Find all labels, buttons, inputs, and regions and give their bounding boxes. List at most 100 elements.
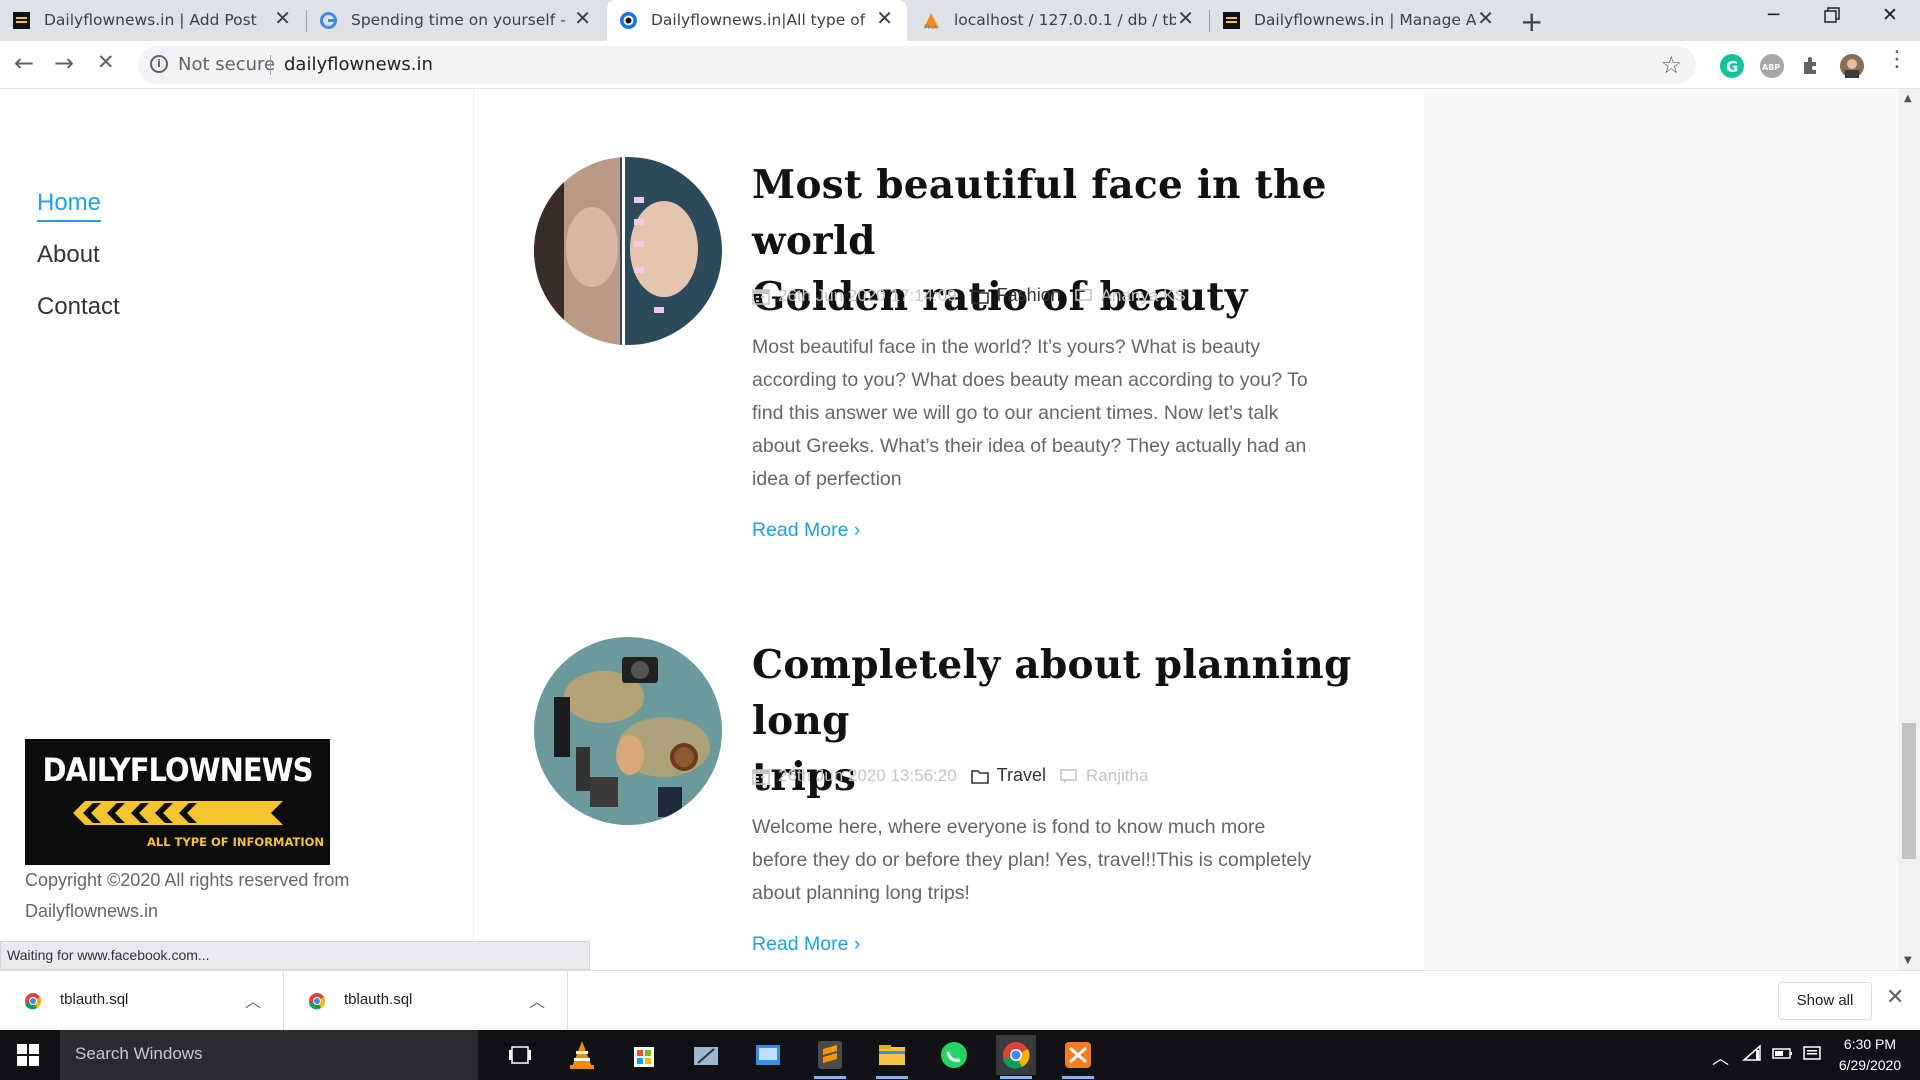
windows-start-icon[interactable] xyxy=(17,1044,39,1066)
page-scrollbar[interactable]: ▲ ▼ xyxy=(1898,89,1920,970)
post-excerpt: Most beautiful face in the world? It’s y… xyxy=(752,331,1372,496)
xampp-icon[interactable] xyxy=(1058,1035,1098,1079)
file-explorer-icon[interactable] xyxy=(872,1035,912,1079)
chrome-file-icon xyxy=(24,992,42,1010)
excerpt-line: Most beautiful face in the world? It’s y… xyxy=(752,336,1260,358)
scroll-up-arrow-icon[interactable]: ▲ xyxy=(1904,93,1912,104)
post-thumbnail-image[interactable] xyxy=(534,157,722,345)
tab-title: Dailyflownews.in | Add Post xyxy=(44,11,257,29)
address-bar[interactable]: i Not secure dailyflownews.in ☆ xyxy=(138,46,1696,84)
post-meta: 26th Jun 2020 13:56:20 Travel Ranjitha xyxy=(752,765,1148,786)
calendar-icon xyxy=(752,288,770,305)
close-downloads-bar-icon[interactable]: ✕ xyxy=(1886,985,1904,1010)
bookmark-star-icon[interactable]: ☆ xyxy=(1660,51,1682,79)
snipping-tool-icon[interactable] xyxy=(686,1035,726,1075)
svg-text:ABP: ABP xyxy=(1762,63,1780,72)
clock-date: 6/29/2020 xyxy=(1838,1057,1902,1073)
clock-time: 6:30 PM xyxy=(1843,1036,1897,1052)
show-all-downloads-button[interactable]: Show all xyxy=(1778,982,1872,1020)
tab-close-icon[interactable]: ✕ xyxy=(574,8,591,28)
window-close-icon[interactable]: ✕ xyxy=(1882,4,1898,26)
download-item[interactable]: tblauth.sql ︿ xyxy=(284,971,568,1031)
tab-title: Dailyflownews.in|All type of infor xyxy=(651,11,867,29)
tab-close-icon[interactable]: ✕ xyxy=(1177,8,1194,28)
task-view-icon[interactable] xyxy=(500,1035,540,1075)
post-date: 26th Jun 2020 13:56:20 xyxy=(778,765,957,785)
nav-contact-link[interactable]: Contact xyxy=(37,293,120,321)
taskbar-clock[interactable]: 6:30 PM 6/29/2020 xyxy=(1820,1034,1920,1076)
read-more-label: Read More xyxy=(752,519,849,541)
google-favicon-icon xyxy=(319,11,338,30)
post-title-line: Most beautiful face in the world xyxy=(752,162,1327,264)
excerpt-line: Welcome here, where everyone is fond to … xyxy=(752,816,1266,838)
forward-arrow-icon[interactable]: → xyxy=(54,51,74,75)
post-category-link[interactable]: Fashion xyxy=(997,285,1061,306)
chrome-icon[interactable] xyxy=(996,1035,1036,1079)
read-more-link[interactable]: Read More › xyxy=(752,933,860,956)
wifi-icon[interactable] xyxy=(1742,1044,1762,1067)
phpmyadmin-favicon-icon: PMA xyxy=(922,11,941,31)
minimize-icon[interactable]: ─ xyxy=(1768,4,1779,26)
nav-home-link[interactable]: Home xyxy=(37,189,102,222)
browser-toolbar: ← → ✕ i Not secure dailyflownews.in ☆ G … xyxy=(0,41,1920,89)
comment-icon xyxy=(1074,288,1092,303)
post-author[interactable]: Ranjitha xyxy=(1086,766,1148,786)
excerpt-line: according to you? What does beauty mean … xyxy=(752,369,1308,391)
nav-about-link[interactable]: About xyxy=(37,241,100,269)
post-category-link[interactable]: Travel xyxy=(997,765,1046,786)
action-center-icon[interactable] xyxy=(1802,1044,1822,1067)
url-text[interactable]: dailyflownews.in xyxy=(284,54,433,75)
logo-tagline: ALL TYPE OF INFORMATION xyxy=(147,835,325,849)
download-item[interactable]: tblauth.sql ︿ xyxy=(0,971,284,1031)
site-favicon-icon xyxy=(12,11,31,30)
post-date: 26th Jun 2020 17:14:09 xyxy=(778,285,957,305)
chevron-right-icon: › xyxy=(853,933,861,955)
chevron-up-icon[interactable]: ︿ xyxy=(529,988,545,1012)
browser-menu-icon[interactable]: ⋮ xyxy=(1886,49,1908,71)
scroll-down-arrow-icon[interactable]: ▼ xyxy=(1904,955,1912,966)
copyright-text: Copyright ©2020 All rights reserved from… xyxy=(25,865,405,927)
restore-icon[interactable] xyxy=(1824,6,1840,28)
back-arrow-icon[interactable]: ← xyxy=(14,51,34,75)
excerpt-line: idea of perfection xyxy=(752,468,902,490)
tab-add-post[interactable]: Dailyflownews.in | Add Post ✕ xyxy=(0,0,305,41)
address-divider xyxy=(270,55,271,75)
sublime-text-icon[interactable] xyxy=(810,1035,850,1079)
post-meta: 26th Jun 2020 17:14:09 Fashion Ananya KS xyxy=(752,285,1186,306)
excerpt-line: about Greeks. What’s their idea of beaut… xyxy=(752,435,1307,457)
tab-close-icon[interactable]: ✕ xyxy=(274,8,291,28)
post-author[interactable]: Ananya KS xyxy=(1101,286,1186,306)
downloads-bar: tblauth.sql ︿ tblauth.sql ︿ Show all ✕ xyxy=(0,970,1920,1031)
control-panel-icon[interactable] xyxy=(748,1035,788,1075)
battery-icon[interactable] xyxy=(1772,1044,1794,1067)
read-more-link[interactable]: Read More › xyxy=(752,519,860,542)
site-logo[interactable]: DAILYFLOWNEWS ALL TYPE OF INFORMATION xyxy=(25,739,330,865)
post-thumbnail-image[interactable] xyxy=(534,637,722,825)
tab-close-icon[interactable]: ✕ xyxy=(1477,8,1494,28)
profile-avatar[interactable] xyxy=(1840,54,1864,78)
microsoft-store-icon[interactable] xyxy=(624,1035,664,1075)
tab-close-icon[interactable]: ✕ xyxy=(876,8,893,28)
copyright-line: Copyright ©2020 All rights reserved from xyxy=(25,870,350,890)
tab-phpmyadmin[interactable]: PMA localhost / 127.0.0.1 / db / tblaut … xyxy=(910,0,1208,41)
chevron-right-icon: › xyxy=(853,519,861,541)
adblock-plus-extension-icon[interactable]: ABP xyxy=(1760,54,1784,78)
extensions-puzzle-icon[interactable] xyxy=(1800,54,1824,78)
new-tab-plus-icon[interactable]: + xyxy=(1520,5,1543,38)
post-excerpt: Welcome here, where everyone is fond to … xyxy=(752,811,1372,910)
chevron-up-icon[interactable]: ︿ xyxy=(245,988,261,1012)
vlc-icon[interactable] xyxy=(562,1035,602,1075)
taskbar-search-input[interactable]: Search Windows xyxy=(60,1030,478,1080)
stop-loading-icon[interactable]: ✕ xyxy=(97,52,115,73)
left-sidebar: Home About Contact DAILYFLOWNEWS ALL TYP… xyxy=(0,89,474,970)
scrollbar-thumb[interactable] xyxy=(1902,723,1916,859)
grammarly-extension-icon[interactable]: G xyxy=(1720,54,1744,78)
tray-chevron-up-icon[interactable]: ︿ xyxy=(1712,1044,1729,1069)
info-icon[interactable]: i xyxy=(150,55,168,73)
whatsapp-icon[interactable] xyxy=(934,1035,974,1075)
tab-dailyflownews-home[interactable]: Dailyflownews.in|All type of infor ✕ xyxy=(607,0,907,41)
excerpt-line: find this answer we will go to our ancie… xyxy=(752,402,1279,424)
tab-google-search[interactable]: Spending time on yourself - Goo ✕ xyxy=(307,0,605,41)
tab-manage-authors[interactable]: Dailyflownews.in | Manage Autho ✕ xyxy=(1210,0,1508,41)
web-page: Home About Contact DAILYFLOWNEWS ALL TYP… xyxy=(0,89,1898,970)
